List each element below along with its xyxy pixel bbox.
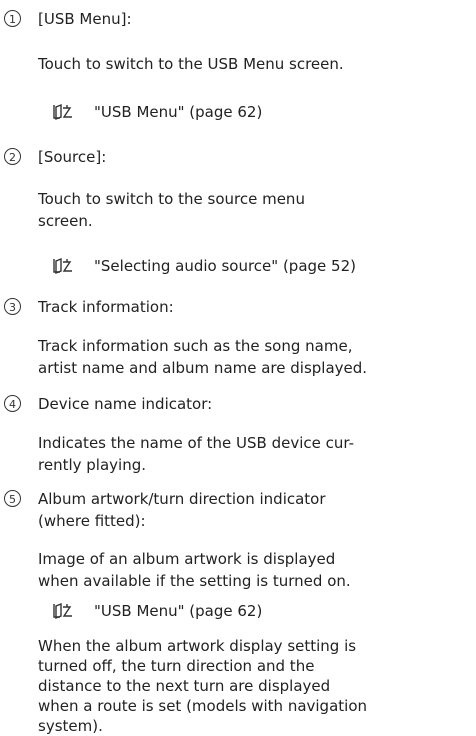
item-number-marker: 2 <box>4 148 21 165</box>
description-line: distance to the next turn are displayed <box>38 677 331 695</box>
description-line: screen. <box>38 212 93 230</box>
item-description: Indicates the name of the USB device cur… <box>38 432 474 476</box>
item-description-continued: When the album artwork display setting i… <box>38 636 474 736</box>
item-number-marker: 1 <box>4 10 21 27</box>
description-line: turned off, the turn direction and the <box>38 657 315 675</box>
item-label: Album artwork/turn direction indicator (… <box>38 488 326 532</box>
reference-book-icon <box>52 103 74 121</box>
description-line: When the album artwork display setting i… <box>38 637 357 655</box>
description-line: Touch to switch to the source menu <box>38 190 305 208</box>
item-description: Touch to switch to the USB Menu screen. <box>38 55 344 73</box>
description-line: rently playing. <box>38 456 146 474</box>
page-reference[interactable]: "Selecting audio source" (page 52) <box>52 255 356 277</box>
label-line: (where fitted): <box>38 512 146 530</box>
page-reference[interactable]: "USB Menu" (page 62) <box>52 101 262 123</box>
page-reference-text: "Selecting audio source" (page 52) <box>94 257 356 275</box>
description-line: when a route is set (models with navigat… <box>38 697 368 715</box>
item-label: [Source]: <box>38 148 107 166</box>
page-reference-text: "USB Menu" (page 62) <box>94 103 263 121</box>
description-line: artist name and album name are displayed… <box>38 359 368 377</box>
item-number-marker: 3 <box>4 298 21 315</box>
description-line: Indicates the name of the USB device cur… <box>38 434 355 452</box>
item-description: Image of an album artwork is displayed w… <box>38 548 474 592</box>
reference-book-icon <box>52 257 74 275</box>
manual-page: 1 [USB Menu]: Touch to switch to the USB… <box>0 0 476 736</box>
item-label: [USB Menu]: <box>38 10 132 28</box>
item-description: Touch to switch to the source menu scree… <box>38 188 474 232</box>
description-line: Image of an album artwork is displayed <box>38 550 336 568</box>
page-reference[interactable]: "USB Menu" (page 62) <box>52 600 262 622</box>
reference-book-icon <box>52 602 74 620</box>
item-label: Track information: <box>38 298 174 316</box>
item-description: Track information such as the song name,… <box>38 335 474 379</box>
description-line: Track information such as the song name, <box>38 337 353 355</box>
label-line: Album artwork/turn direction indicator <box>38 490 326 508</box>
item-number-marker: 4 <box>4 395 21 412</box>
description-line: system). <box>38 717 103 735</box>
page-reference-text: "USB Menu" (page 62) <box>94 602 263 620</box>
item-label: Device name indicator: <box>38 395 213 413</box>
item-number-marker: 5 <box>4 490 21 507</box>
description-line: when available if the setting is turned … <box>38 572 351 590</box>
